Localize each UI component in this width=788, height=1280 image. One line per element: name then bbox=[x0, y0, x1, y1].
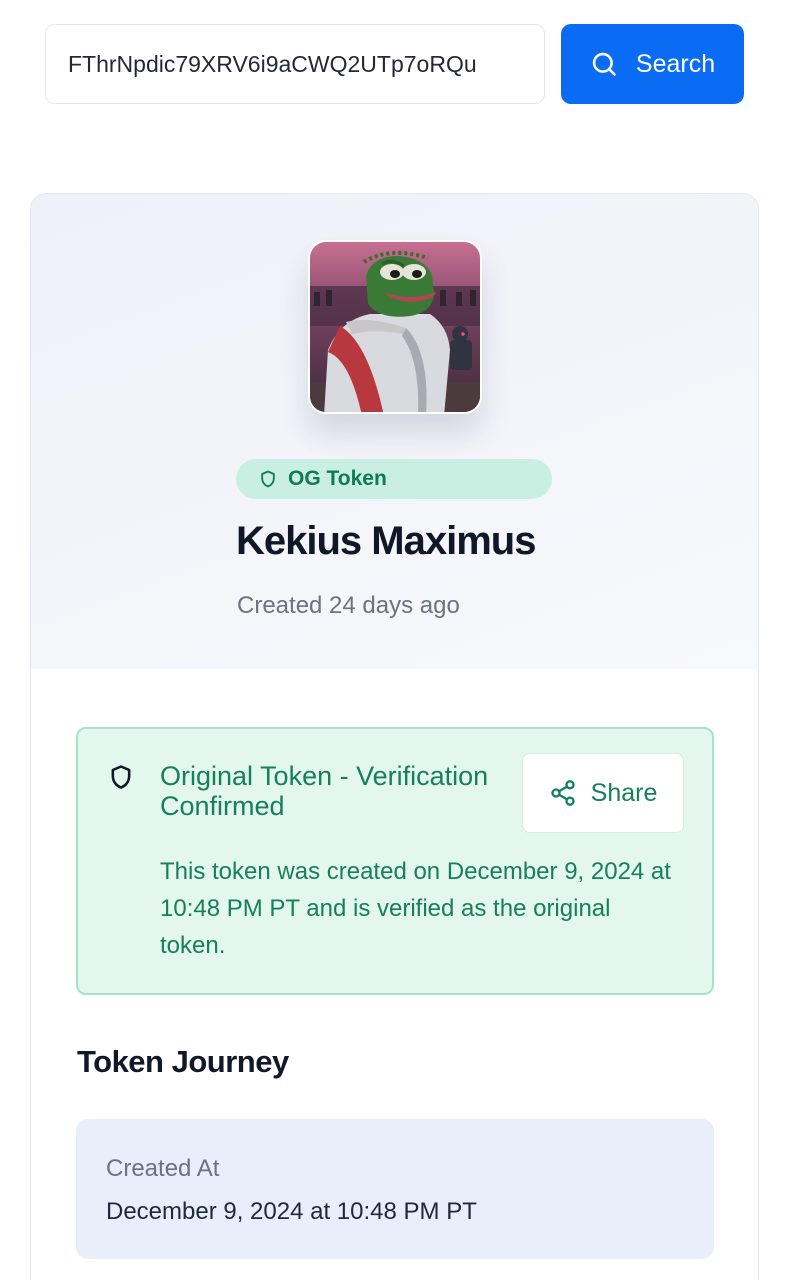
share-button[interactable]: Share bbox=[522, 753, 684, 833]
share-button-label: Share bbox=[590, 778, 658, 807]
verification-title: Original Token - Verification Confirmed bbox=[160, 761, 489, 821]
search-icon bbox=[592, 52, 616, 76]
journey-entry: Created At December 9, 2024 at 10:48 PM … bbox=[76, 1119, 714, 1259]
token-journey-heading: Token Journey bbox=[77, 1044, 289, 1079]
journey-entry-value: December 9, 2024 at 10:48 PM PT bbox=[106, 1198, 477, 1225]
search-button[interactable]: Search bbox=[561, 24, 744, 104]
token-card: OG Token Kekius Maximus Created 24 days … bbox=[30, 193, 759, 1280]
shield-icon bbox=[111, 765, 131, 789]
verification-panel: Original Token - Verification Confirmed … bbox=[76, 727, 714, 995]
search-button-label: Search bbox=[635, 49, 716, 78]
token-image bbox=[308, 240, 482, 414]
verification-message: This token was created on December 9, 20… bbox=[160, 858, 671, 959]
search-input[interactable] bbox=[68, 50, 522, 78]
share-icon bbox=[550, 780, 575, 806]
created-ago: Created 24 days ago bbox=[237, 592, 460, 619]
journey-entry-label: Created At bbox=[106, 1155, 220, 1182]
token-name: Kekius Maximus bbox=[236, 519, 536, 563]
og-token-badge: OG Token bbox=[236, 459, 552, 499]
shield-icon bbox=[261, 470, 275, 488]
search-field[interactable] bbox=[45, 24, 545, 104]
pepe-roman-avatar-icon bbox=[310, 242, 480, 412]
og-token-label: OG Token bbox=[288, 467, 387, 490]
